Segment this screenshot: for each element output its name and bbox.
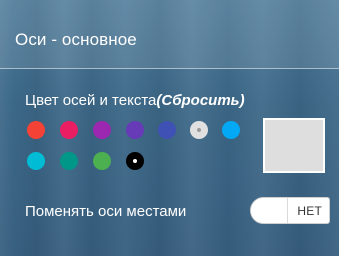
axis-color-label: Цвет осей и текста(Сбросить) <box>25 92 245 109</box>
color-swatch-deep-purple[interactable] <box>126 121 144 139</box>
selected-color-preview[interactable] <box>263 118 325 173</box>
panel-header: Оси - основное <box>0 0 339 68</box>
color-swatch-pink[interactable] <box>60 121 78 139</box>
color-swatch-teal[interactable] <box>60 152 78 170</box>
color-swatch-green[interactable] <box>93 152 111 170</box>
color-swatch-purple[interactable] <box>93 121 111 139</box>
color-swatch-black[interactable] <box>126 152 144 170</box>
panel-title: Оси - основное <box>15 30 137 49</box>
axes-settings-panel: Оси - основное Цвет осей и текста(Сброси… <box>0 0 339 256</box>
color-swatch-light-gray[interactable] <box>190 121 208 139</box>
color-swatch-indigo[interactable] <box>158 121 176 139</box>
reset-color-link[interactable]: (Сбросить) <box>156 92 244 109</box>
color-swatch-red[interactable] <box>27 121 45 139</box>
swap-axes-toggle[interactable]: НЕТ <box>250 197 330 224</box>
color-swatch-light-blue[interactable] <box>222 121 240 139</box>
toggle-knob <box>251 198 287 223</box>
axis-color-label-text: Цвет осей и текста <box>25 92 157 109</box>
toggle-state-text: НЕТ <box>297 204 322 218</box>
header-divider <box>0 68 339 69</box>
swap-axes-label: Поменять оси местами <box>25 203 187 220</box>
color-swatch-cyan[interactable] <box>27 152 45 170</box>
